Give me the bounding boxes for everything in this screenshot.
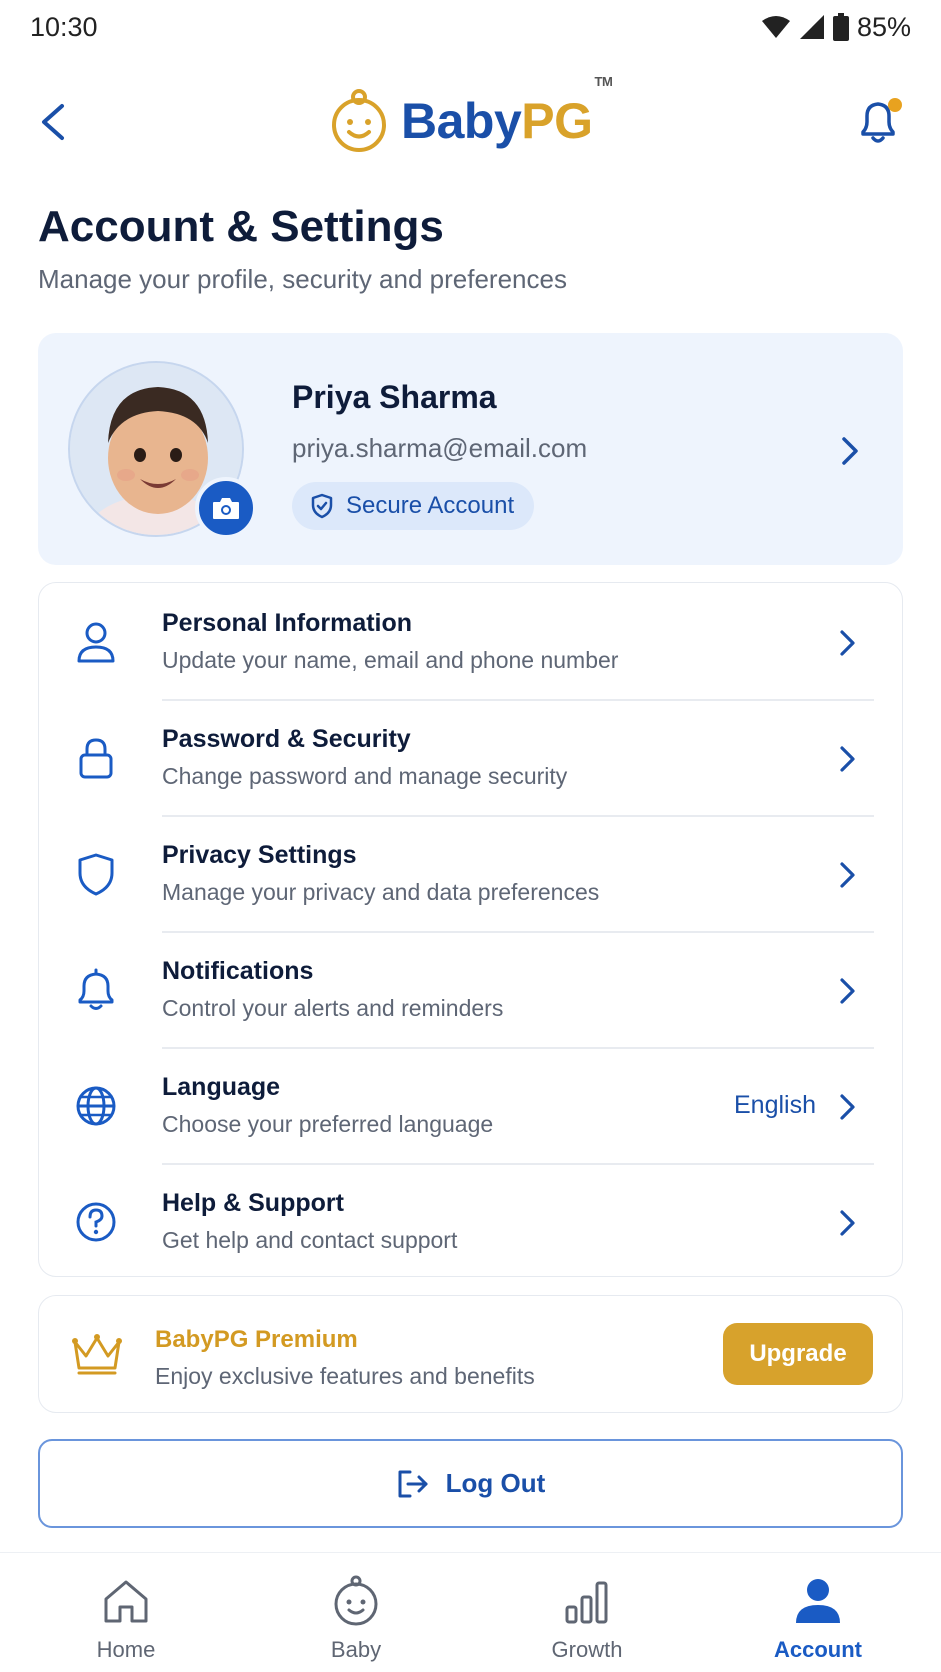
nav-label: Account <box>774 1637 862 1662</box>
profile-card[interactable]: Priya Sharma priya.sharma@email.com Secu… <box>38 333 903 565</box>
chevron-right-icon <box>840 978 855 1004</box>
nav-label: Home <box>96 1637 156 1662</box>
premium-title: BabyPG Premium <box>155 1326 358 1353</box>
bottom-navigation: Home Baby Growth Account <box>0 1552 941 1672</box>
logout-button[interactable]: Log Out <box>38 1439 903 1528</box>
menu-item-description: Choose your preferred language <box>162 1111 494 1137</box>
logo-wordmark: BabyPGTM <box>401 74 613 150</box>
logout-label: Log Out <box>445 1468 546 1498</box>
menu-item-password-security[interactable]: Password & Security Change password and … <box>39 699 904 815</box>
menu-item-title: Notifications <box>162 957 314 985</box>
back-button[interactable] <box>34 100 74 144</box>
chevron-right-icon <box>838 433 862 474</box>
menu-item-personal-information[interactable]: Personal Information Update your name, e… <box>39 583 904 699</box>
profile-name: Priya Sharma <box>292 379 497 415</box>
help-circle-icon <box>76 1202 116 1242</box>
change-photo-button[interactable] <box>195 477 257 539</box>
app-header: BabyPGTM <box>0 74 941 168</box>
logo-trademark: TM <box>594 74 613 89</box>
baby-face-logo-icon <box>332 89 386 152</box>
status-time: 10:30 <box>30 11 98 42</box>
chevron-right-icon <box>840 630 855 656</box>
menu-item-title: Password & Security <box>162 725 411 753</box>
menu-item-help-support[interactable]: Help & Support Get help and contact supp… <box>39 1163 904 1279</box>
nav-growth[interactable]: Growth <box>507 1553 667 1672</box>
menu-item-language[interactable]: Language Choose your preferred language … <box>39 1047 904 1163</box>
nav-label: Baby <box>330 1637 382 1662</box>
menu-item-title: Language <box>162 1073 281 1101</box>
nav-baby[interactable]: Baby <box>276 1553 436 1672</box>
premium-card: BabyPG Premium Enjoy exclusive features … <box>38 1295 903 1413</box>
shield-check-icon <box>311 493 333 519</box>
menu-item-privacy-settings[interactable]: Privacy Settings Manage your privacy and… <box>39 815 904 931</box>
chevron-right-icon <box>840 1094 855 1120</box>
menu-item-description: Get help and contact support <box>162 1227 458 1253</box>
menu-item-description: Control your alerts and reminders <box>162 995 504 1021</box>
menu-item-notifications[interactable]: Notifications Control your alerts and re… <box>39 931 904 1047</box>
wifi-icon <box>761 15 791 39</box>
page-title: Account & Settings <box>38 202 444 251</box>
bell-icon <box>861 98 902 143</box>
menu-item-description: Change password and manage security <box>162 763 568 789</box>
secure-account-badge: Secure Account <box>292 482 535 530</box>
notifications-button[interactable] <box>855 96 903 146</box>
current-language-value: English <box>734 1091 816 1119</box>
premium-description: Enjoy exclusive features and benefits <box>155 1363 535 1389</box>
notification-dot <box>888 98 902 112</box>
menu-item-title: Help & Support <box>162 1189 344 1217</box>
crown-icon <box>72 1334 122 1375</box>
menu-item-description: Update your name, email and phone number <box>162 647 619 673</box>
back-chevron-icon <box>42 104 64 140</box>
menu-item-title: Privacy Settings <box>162 841 357 869</box>
camera-icon <box>213 498 239 519</box>
logo-text-baby: Baby <box>401 93 522 149</box>
shield-icon <box>78 853 114 896</box>
chevron-right-icon <box>840 746 855 772</box>
home-icon <box>104 1580 148 1623</box>
logo-text-pg: PG <box>521 93 593 149</box>
upgrade-button[interactable]: Upgrade <box>723 1323 873 1385</box>
bell-icon <box>78 968 114 1010</box>
battery-icon <box>832 13 849 41</box>
user-icon <box>77 622 115 663</box>
chevron-right-icon <box>840 1210 855 1236</box>
status-bar: 10:30 85% <box>0 0 941 54</box>
logout-icon <box>398 1470 428 1497</box>
bar-chart-icon <box>565 1581 608 1624</box>
status-icons: 85% <box>761 12 911 43</box>
lock-icon <box>79 738 113 779</box>
menu-item-description: Manage your privacy and data preferences <box>162 879 600 905</box>
chevron-right-icon <box>840 862 855 888</box>
cellular-signal-icon <box>799 14 825 40</box>
baby-face-icon <box>334 1575 378 1626</box>
secure-account-label: Secure Account <box>346 492 515 519</box>
profile-email: priya.sharma@email.com <box>292 433 588 463</box>
globe-icon <box>76 1086 116 1126</box>
page-subtitle: Manage your profile, security and prefer… <box>38 264 567 294</box>
app-logo: BabyPGTM <box>327 74 613 156</box>
settings-menu: Personal Information Update your name, e… <box>38 582 903 1277</box>
account-person-icon <box>796 1579 840 1623</box>
nav-home[interactable]: Home <box>46 1553 206 1672</box>
battery-percent: 85% <box>856 11 911 42</box>
nav-label: Growth <box>551 1637 623 1662</box>
nav-account[interactable]: Account <box>738 1553 898 1672</box>
menu-item-title: Personal Information <box>162 609 413 637</box>
